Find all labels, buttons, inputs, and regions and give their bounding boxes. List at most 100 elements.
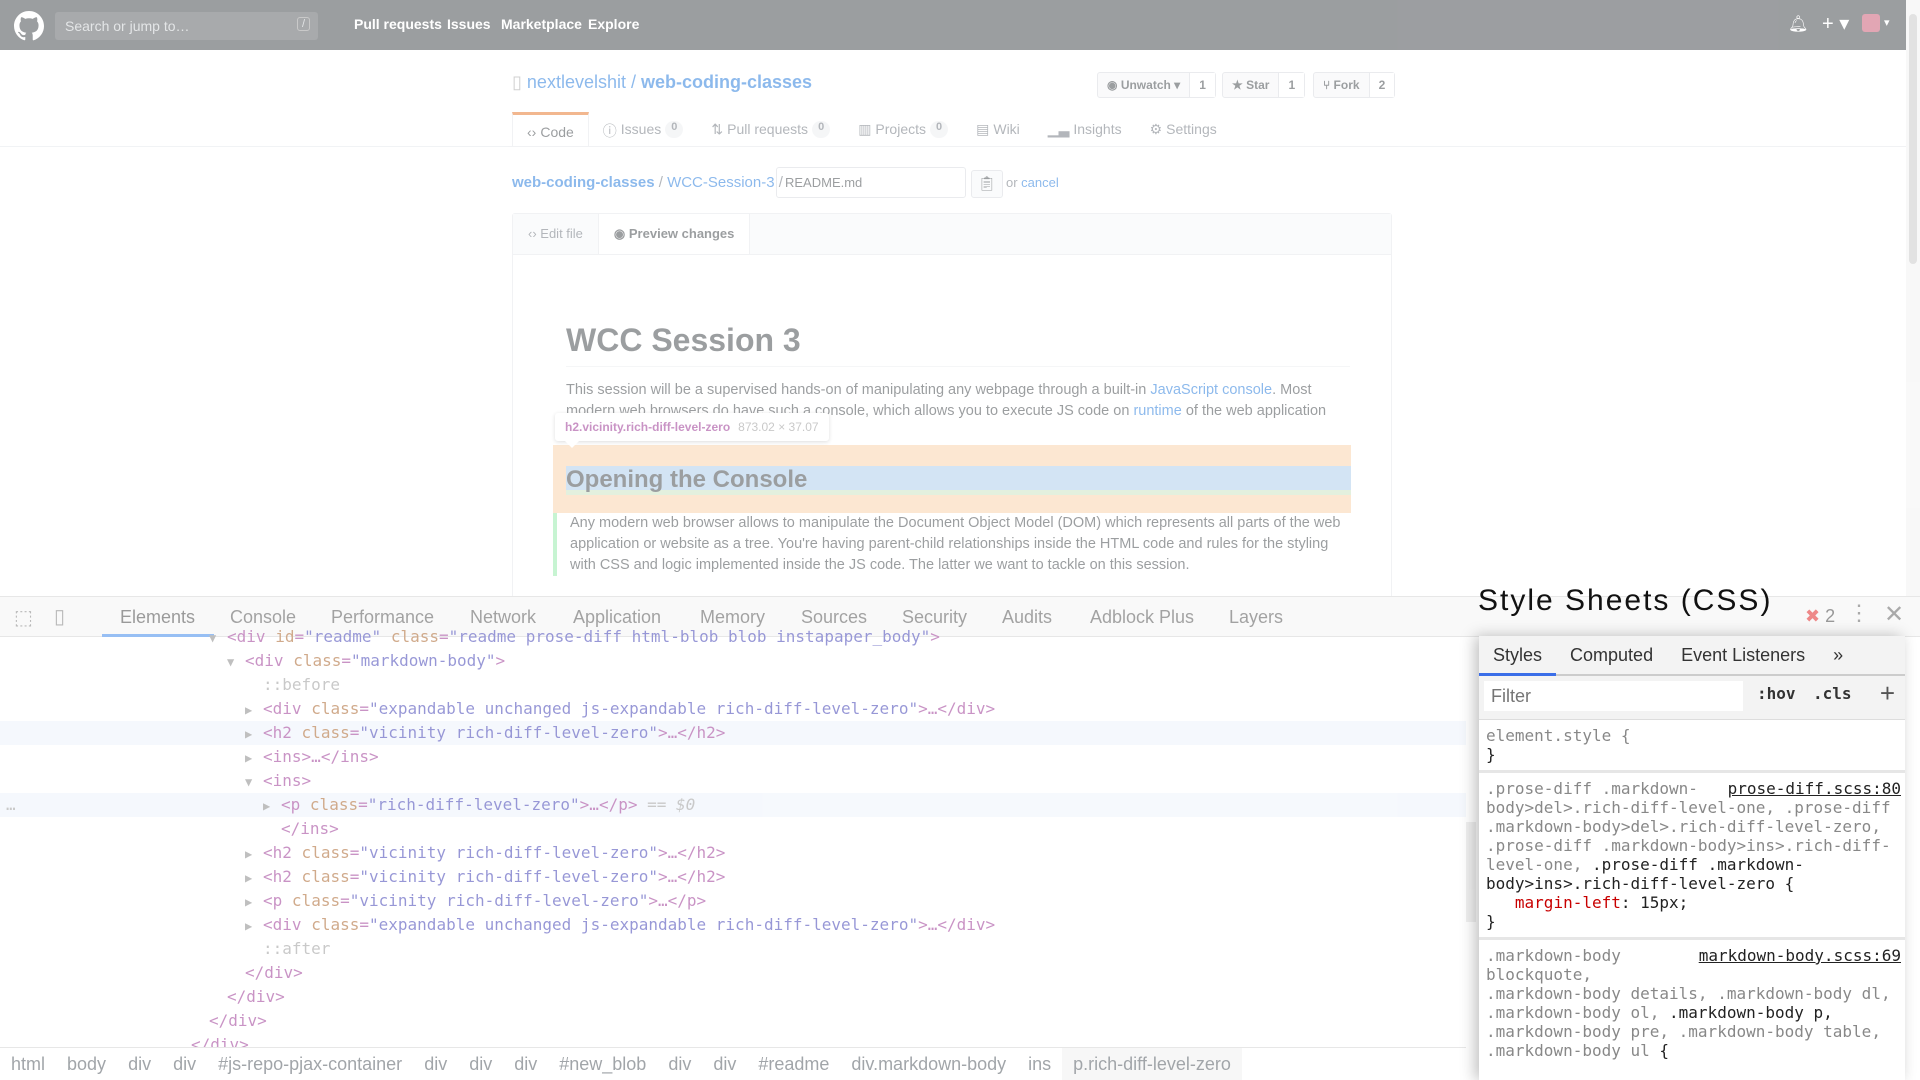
nav-issues[interactable]: Issues [447, 16, 491, 32]
collapsed-triangle-icon[interactable]: ▶ [245, 746, 263, 770]
dom-node[interactable]: ▼ <ins> [0, 769, 1466, 793]
page-scrollbar[interactable] [1906, 0, 1920, 596]
dom-node[interactable]: </div> [0, 961, 1466, 985]
filename-input[interactable]: README.md [776, 167, 966, 198]
dom-breadcrumb-item[interactable]: div [162, 1048, 207, 1080]
tab-code[interactable]: ‹› Code [512, 112, 589, 147]
breadcrumb-dir-link[interactable]: WCC-Session-3 [667, 174, 775, 191]
collapsed-triangle-icon[interactable]: ▶ [245, 722, 263, 746]
tab-edit-file[interactable]: ‹› Edit file [513, 214, 598, 254]
tab-issues[interactable]: ⓘ Issues 0 [589, 112, 698, 147]
dom-breadcrumb-item[interactable]: #new_blob [548, 1048, 657, 1080]
breadcrumb-repo-link[interactable]: web-coding-classes [512, 174, 655, 191]
dom-node[interactable]: ▶ <h2 class="vicinity rich-diff-level-zer… [0, 721, 1466, 745]
avatar[interactable] [1862, 14, 1880, 32]
scrollbar-thumb[interactable] [1909, 14, 1917, 264]
node-actions-icon[interactable]: … [6, 793, 16, 817]
dom-node[interactable]: ▼ <div class="markdown-body"> [0, 649, 1466, 673]
tab-insights[interactable]: ▁▃ Insights [1034, 112, 1136, 147]
dom-node[interactable]: ::after [0, 937, 1466, 961]
repo-name-link[interactable]: web-coding-classes [641, 72, 812, 92]
tab-pull-requests[interactable]: ⇅ Pull requests 0 [697, 112, 844, 147]
css-property[interactable]: margin-left [1515, 893, 1621, 912]
repo-owner-link[interactable]: nextlevelshit [527, 72, 626, 92]
dom-node[interactable]: ▶ <div class="expandable unchanged js-exp… [0, 697, 1466, 721]
clipboard-icon[interactable]: 📋︎ [971, 170, 1003, 198]
dom-breadcrumb-item[interactable]: div [657, 1048, 702, 1080]
tab-preview-changes[interactable]: ◉ Preview changes [597, 214, 751, 254]
cls-toggle[interactable]: .cls [1813, 684, 1852, 703]
watch-count[interactable]: 1 [1189, 73, 1215, 97]
github-logo-icon[interactable] [14, 11, 44, 41]
element-style-rule[interactable]: element.style { } [1479, 720, 1905, 773]
fork-count[interactable]: 2 [1368, 73, 1395, 97]
tab-event-listeners[interactable]: Event Listeners [1667, 636, 1819, 674]
dom-breadcrumb-item[interactable]: #readme [747, 1048, 840, 1080]
runtime-link[interactable]: runtime [1133, 403, 1181, 419]
search-input[interactable]: Search or jump to… / [55, 12, 318, 40]
css-rule[interactable]: markdown-body.scss:69 .markdown-body bloc… [1479, 940, 1905, 1066]
nav-marketplace[interactable]: Marketplace [501, 16, 582, 32]
more-tabs-icon[interactable]: » [1819, 636, 1857, 674]
styles-filter-input[interactable] [1484, 681, 1743, 711]
dom-node[interactable]: </div> [0, 985, 1466, 1009]
star-count[interactable]: 1 [1278, 73, 1305, 97]
nav-pull-requests[interactable]: Pull requests [354, 16, 442, 32]
dom-node[interactable]: ▶ <p class="vicinity rich-diff-level-zero… [0, 889, 1466, 913]
elements-scrollbar[interactable] [1466, 637, 1476, 1047]
more-options-icon[interactable]: ⋮ [1848, 600, 1870, 626]
bell-icon[interactable]: 🔔︎ [1788, 14, 1808, 34]
cancel-link[interactable]: cancel [1021, 175, 1059, 190]
scrollbar-thumb[interactable] [1466, 822, 1476, 922]
dom-breadcrumb-item[interactable]: #js-repo-pjax-container [207, 1048, 413, 1080]
dom-breadcrumb-item[interactable]: div.markdown-body [840, 1048, 1017, 1080]
hov-toggle[interactable]: :hov [1757, 684, 1796, 703]
dom-node[interactable]: ▼ <div id="readme" class="readme prose-di… [0, 625, 1466, 649]
css-value[interactable]: 15px; [1631, 893, 1688, 912]
source-link[interactable]: markdown-body.scss:69 [1699, 946, 1901, 965]
dom-breadcrumb-item[interactable]: div [413, 1048, 458, 1080]
nav-explore[interactable]: Explore [588, 16, 639, 32]
tab-projects[interactable]: ▥ Projects 0 [844, 112, 962, 147]
collapsed-triangle-icon[interactable]: ▶ [263, 794, 281, 818]
tab-settings[interactable]: ⚙ Settings [1136, 112, 1231, 147]
tab-computed[interactable]: Computed [1556, 636, 1667, 674]
plus-dropdown-icon[interactable]: + ▾ [1822, 11, 1849, 36]
watch-button[interactable]: ◉ Unwatch ▾ 1 [1097, 72, 1216, 98]
dom-breadcrumb-item[interactable]: div [117, 1048, 162, 1080]
dom-breadcrumb-item[interactable]: ins [1017, 1048, 1062, 1080]
fork-button[interactable]: ⑂ Fork 2 [1313, 72, 1396, 98]
expanded-triangle-icon[interactable]: ▼ [209, 626, 227, 650]
dom-breadcrumb-item[interactable]: div [458, 1048, 503, 1080]
dom-node[interactable]: ▶ <h2 class="vicinity rich-diff-level-zer… [0, 865, 1466, 889]
collapsed-triangle-icon[interactable]: ▶ [245, 842, 263, 866]
new-rule-icon[interactable]: + [1880, 678, 1895, 709]
dom-node[interactable]: ▶ <h2 class="vicinity rich-diff-level-zer… [0, 841, 1466, 865]
dom-node[interactable]: ▶ <div class="expandable unchanged js-exp… [0, 913, 1466, 937]
collapsed-triangle-icon[interactable]: ▶ [245, 890, 263, 914]
collapsed-triangle-icon[interactable]: ▶ [245, 914, 263, 938]
star-button[interactable]: ★ Star 1 [1222, 72, 1306, 98]
collapsed-triangle-icon[interactable]: ▶ [245, 866, 263, 890]
dom-node[interactable]: </ins> [0, 817, 1466, 841]
js-console-link[interactable]: JavaScript console [1150, 382, 1272, 398]
collapsed-triangle-icon[interactable]: ▶ [245, 698, 263, 722]
dom-node[interactable]: ▶ <p class="rich-diff-level-zero">…</p> =… [0, 793, 1466, 817]
dom-breadcrumb-item[interactable]: p.rich-diff-level-zero [1062, 1048, 1242, 1080]
dom-breadcrumb-item[interactable]: div [503, 1048, 548, 1080]
expanded-triangle-icon[interactable]: ▼ [227, 650, 245, 674]
error-count[interactable]: ✖ 2 [1805, 606, 1835, 627]
dom-breadcrumb-item[interactable]: body [56, 1048, 117, 1080]
dom-node[interactable]: </div> [0, 1009, 1466, 1033]
css-rule[interactable]: prose-diff.scss:80 .prose-diff .markdown-… [1479, 773, 1905, 940]
dom-node[interactable]: ▶ <ins>…</ins> [0, 745, 1466, 769]
dom-node[interactable]: ::before [0, 673, 1466, 697]
close-icon[interactable]: ✕ [1884, 600, 1904, 629]
source-link[interactable]: prose-diff.scss:80 [1728, 779, 1901, 798]
avatar-caret-icon[interactable]: ▾ [1884, 16, 1890, 29]
expanded-triangle-icon[interactable]: ▼ [245, 770, 263, 794]
tab-wiki[interactable]: ▤ Wiki [962, 112, 1034, 147]
tab-styles[interactable]: Styles [1479, 636, 1557, 676]
dom-breadcrumb-item[interactable]: div [702, 1048, 747, 1080]
dom-breadcrumb-item[interactable]: html [0, 1048, 56, 1080]
